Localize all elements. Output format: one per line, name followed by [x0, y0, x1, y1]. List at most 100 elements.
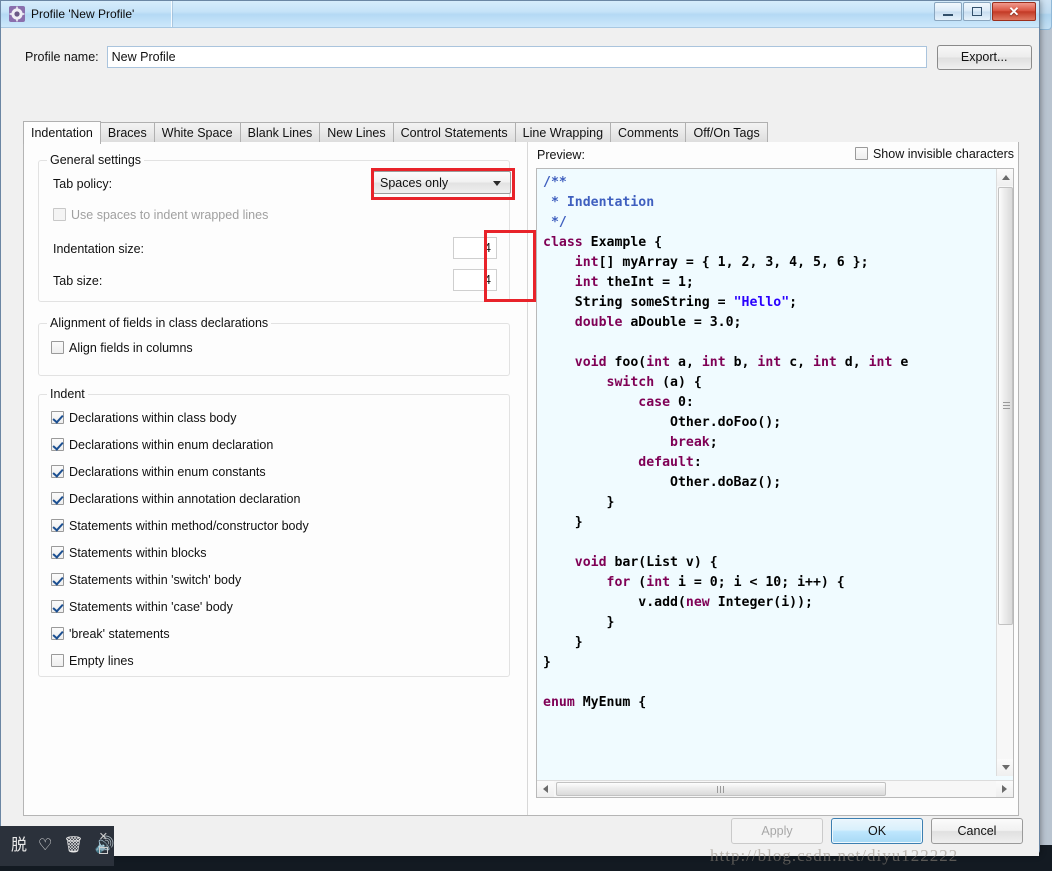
tab-control-statements[interactable]: Control Statements [392, 122, 516, 143]
tab-size-label: Tab size: [53, 274, 103, 288]
preview-label: Preview: [537, 148, 585, 162]
show-invisible-characters-row[interactable]: Show invisible characters [854, 147, 1014, 161]
preview-vertical-scrollbar[interactable] [996, 169, 1013, 776]
indent-item-enum-constants[interactable]: Declarations within enum constants [51, 465, 266, 479]
profile-name-row: Profile name: Export... [1, 42, 1039, 72]
scroll-right-button[interactable] [996, 781, 1013, 797]
show-invisible-characters-checkbox[interactable] [854, 147, 868, 160]
title-separator [171, 1, 172, 27]
scroll-grip-icon [717, 786, 726, 793]
panel-splitter[interactable] [527, 142, 528, 815]
indent-checkbox[interactable] [51, 654, 64, 667]
tab-off-on-tags[interactable]: Off/On Tags [685, 122, 768, 143]
preview-code-text[interactable]: /** * Indentation */ class Example { int… [537, 169, 992, 776]
indentation-panel: General settings Tab policy: Spaces only… [23, 142, 1019, 816]
minimize-icon [943, 13, 953, 16]
scroll-left-button[interactable] [537, 781, 554, 797]
use-spaces-wrapped-label: Use spaces to indent wrapped lines [71, 208, 269, 222]
indent-item-label: Statements within 'switch' body [69, 573, 242, 587]
chevron-down-icon [1001, 765, 1010, 770]
floating-toolbar: 脱 ♡ 🗑 🔊 ✕ [0, 826, 115, 866]
tab-new-lines[interactable]: New Lines [319, 122, 394, 143]
close-icon[interactable]: ✕ [99, 830, 108, 843]
indent-checkbox[interactable] [51, 627, 64, 640]
indent-item-case-body[interactable]: Statements within 'case' body [51, 600, 233, 614]
chevron-left-icon [543, 785, 548, 793]
indent-checkbox[interactable] [51, 519, 64, 532]
chevron-right-icon [1002, 785, 1007, 793]
formatter-tabs: Indentation Braces White Space Blank Lin… [23, 120, 1019, 144]
tab-comments[interactable]: Comments [610, 122, 687, 143]
trash-icon[interactable]: 🗑 [63, 838, 83, 854]
align-fields-row[interactable]: Align fields in columns [51, 341, 193, 355]
dialog-title: Profile 'New Profile' [31, 7, 135, 21]
profile-name-input[interactable] [106, 46, 927, 68]
indent-item-blocks[interactable]: Statements within blocks [51, 546, 207, 560]
horizontal-scroll-thumb[interactable] [556, 782, 886, 796]
general-settings-title: General settings [47, 153, 145, 167]
tab-policy-value: Spaces only [380, 175, 449, 190]
use-spaces-wrapped-checkbox[interactable] [53, 208, 66, 221]
dialog-title-bar[interactable]: Profile 'New Profile' ✕ [1, 1, 1039, 28]
export-button[interactable]: Export... [936, 44, 1032, 70]
preview-column: Preview: Show invisible characters /** *… [532, 142, 1018, 815]
close-icon: ✕ [1008, 4, 1020, 19]
scroll-down-button[interactable] [997, 759, 1013, 776]
indent-checkbox[interactable] [51, 492, 64, 505]
tab-indentation[interactable]: Indentation [23, 121, 101, 144]
indent-item-class-body[interactable]: Declarations within class body [51, 411, 236, 425]
indent-group: Indent Declarations within class body De… [38, 387, 510, 677]
gear-icon [9, 6, 25, 22]
indentation-size-input[interactable]: 4 [453, 237, 497, 259]
indent-checkbox[interactable] [51, 600, 64, 613]
indent-checkbox[interactable] [51, 465, 64, 478]
apply-button[interactable]: Apply [731, 818, 823, 844]
indent-item-empty-lines[interactable]: Empty lines [51, 654, 134, 668]
use-spaces-wrapped-row[interactable]: Use spaces to indent wrapped lines [53, 208, 268, 222]
indent-item-method-body[interactable]: Statements within method/constructor bod… [51, 519, 309, 533]
general-settings-group: General settings Tab policy: Spaces only… [38, 153, 511, 302]
maximize-button[interactable] [963, 2, 991, 21]
profile-dialog: Profile 'New Profile' ✕ Profile name: Ex… [0, 0, 1040, 856]
vertical-scroll-thumb[interactable] [998, 187, 1013, 625]
chevron-up-icon [1001, 175, 1010, 180]
close-button[interactable]: ✕ [992, 2, 1036, 21]
tab-policy-label: Tab policy: [53, 177, 113, 191]
minimize-button[interactable] [934, 2, 962, 21]
tab-blank-lines[interactable]: Blank Lines [239, 122, 321, 143]
preview-code-area: /** * Indentation */ class Example { int… [536, 168, 1014, 798]
indent-checkbox[interactable] [51, 573, 64, 586]
alignment-group: Alignment of fields in class declaration… [38, 316, 510, 376]
indent-item-label: Declarations within enum constants [69, 465, 266, 479]
cjk-glyph-icon[interactable]: 脱 [11, 838, 27, 854]
indent-checkbox[interactable] [51, 438, 64, 451]
indent-item-label: 'break' statements [69, 627, 170, 641]
floating-toolbar-controls: ✕ [99, 830, 108, 854]
alignment-group-title: Alignment of fields in class declaration… [47, 316, 272, 330]
preview-horizontal-scrollbar[interactable] [537, 780, 1013, 797]
tab-line-wrapping[interactable]: Line Wrapping [514, 122, 612, 143]
heart-icon[interactable]: ♡ [38, 838, 52, 854]
minimize-icon[interactable] [98, 847, 108, 854]
tab-braces[interactable]: Braces [99, 122, 155, 143]
ok-button[interactable]: OK [831, 818, 923, 844]
indent-item-annotation-declaration[interactable]: Declarations within annotation declarati… [51, 492, 300, 506]
maximize-icon [972, 7, 982, 16]
indent-checkbox[interactable] [51, 546, 64, 559]
indent-item-label: Statements within blocks [69, 546, 207, 560]
indent-checkbox[interactable] [51, 411, 64, 424]
indent-item-label: Declarations within class body [69, 411, 237, 425]
indent-item-enum-declaration[interactable]: Declarations within enum declaration [51, 438, 273, 452]
scroll-up-button[interactable] [997, 169, 1013, 186]
dialog-content: Profile name: Export... Indentation Brac… [1, 28, 1039, 856]
tab-white-space[interactable]: White Space [153, 122, 241, 143]
cancel-button[interactable]: Cancel [931, 818, 1023, 844]
indent-item-label: Declarations within enum declaration [69, 438, 274, 452]
indent-item-label: Declarations within annotation declarati… [69, 492, 301, 506]
tab-policy-select[interactable]: Spaces only [373, 171, 511, 194]
indent-item-break-statements[interactable]: 'break' statements [51, 627, 170, 641]
tab-size-input[interactable]: 4 [453, 269, 497, 291]
indent-item-switch-body[interactable]: Statements within 'switch' body [51, 573, 241, 587]
settings-column: General settings Tab policy: Spaces only… [24, 142, 536, 815]
align-fields-checkbox[interactable] [51, 341, 64, 354]
